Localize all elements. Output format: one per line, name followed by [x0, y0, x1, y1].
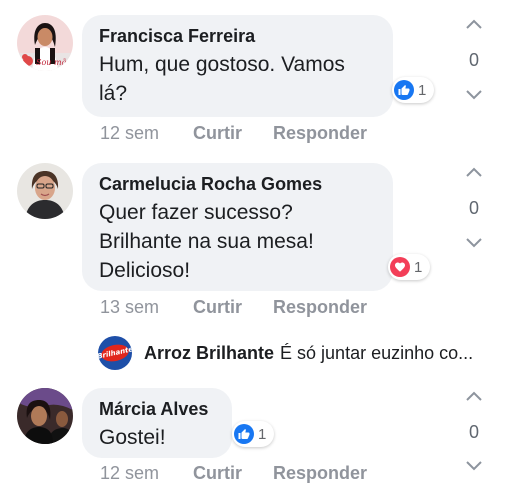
chevron-up-icon[interactable]: [465, 166, 483, 178]
avatar-carmelucia-rocha-gomes[interactable]: [17, 163, 73, 219]
heart-icon: [390, 257, 410, 277]
vote-control: 0: [458, 162, 490, 252]
like-button[interactable]: Curtir: [193, 297, 242, 318]
reply-button[interactable]: Responder: [273, 463, 367, 484]
reaction-summary[interactable]: 1: [388, 254, 431, 280]
reply-author[interactable]: Arroz Brilhante: [144, 343, 274, 364]
avatar-image: [17, 388, 73, 444]
comment-bubble: Francisca Ferreira Hum, que gostoso. Vam…: [82, 15, 393, 117]
reaction-summary[interactable]: 1: [392, 77, 435, 103]
chevron-down-icon[interactable]: [465, 89, 483, 101]
comment-bubble: Carmelucia Rocha Gomes Quer fazer sucess…: [82, 163, 393, 291]
reply-button[interactable]: Responder: [273, 297, 367, 318]
reply-button[interactable]: Responder: [273, 123, 367, 144]
arroz-brilhante-logo: Brilhante: [98, 336, 132, 370]
avatar-caption: Sou mã: [36, 58, 67, 67]
comment-text: Hum, que gostoso. Vamos lá?: [99, 53, 345, 105]
chevron-down-icon[interactable]: [465, 237, 483, 249]
vote-count: 0: [468, 422, 479, 442]
like-button[interactable]: Curtir: [193, 463, 242, 484]
reply-preview[interactable]: Brilhante Arroz Brilhante É só juntar eu…: [98, 336, 493, 370]
vote-count: 0: [468, 50, 479, 70]
reply-text: É só juntar euzinho co...: [280, 342, 474, 363]
thumbs-up-icon: [394, 80, 414, 100]
comment-text: Quer fazer sucesso? Brilhante na sua mes…: [99, 201, 314, 282]
comment-author[interactable]: Márcia Alves: [99, 398, 214, 420]
reaction-summary[interactable]: 1: [232, 421, 275, 447]
avatar-francisca-ferreira[interactable]: Sou mã: [17, 15, 73, 71]
comment-meta: 12 sem Curtir Responder: [100, 463, 398, 484]
vote-count: 0: [468, 198, 479, 218]
comment-meta: 13 sem Curtir Responder: [100, 297, 398, 318]
reaction-count: 1: [414, 258, 423, 276]
comment-timestamp[interactable]: 13 sem: [100, 297, 193, 318]
avatar-image: [17, 163, 73, 219]
chevron-up-icon[interactable]: [465, 390, 483, 402]
vote-control: 0: [458, 386, 490, 476]
avatar-marcia-alves[interactable]: [17, 388, 73, 444]
reaction-count: 1: [418, 81, 427, 99]
comment-author[interactable]: Francisca Ferreira: [99, 25, 375, 47]
reaction-count: 1: [258, 425, 267, 443]
comment-author[interactable]: Carmelucia Rocha Gomes: [99, 173, 375, 195]
comment-bubble: Márcia Alves Gostei!: [82, 388, 232, 458]
chevron-up-icon[interactable]: [465, 18, 483, 30]
like-button[interactable]: Curtir: [193, 123, 242, 144]
vote-control: 0: [458, 14, 490, 104]
comment-timestamp[interactable]: 12 sem: [100, 463, 193, 484]
chevron-down-icon[interactable]: [465, 460, 483, 472]
comment-timestamp[interactable]: 12 sem: [100, 123, 193, 144]
comment-text: Gostei!: [99, 426, 166, 449]
thumbs-up-icon: [234, 424, 254, 444]
comment-meta: 12 sem Curtir Responder: [100, 123, 398, 144]
